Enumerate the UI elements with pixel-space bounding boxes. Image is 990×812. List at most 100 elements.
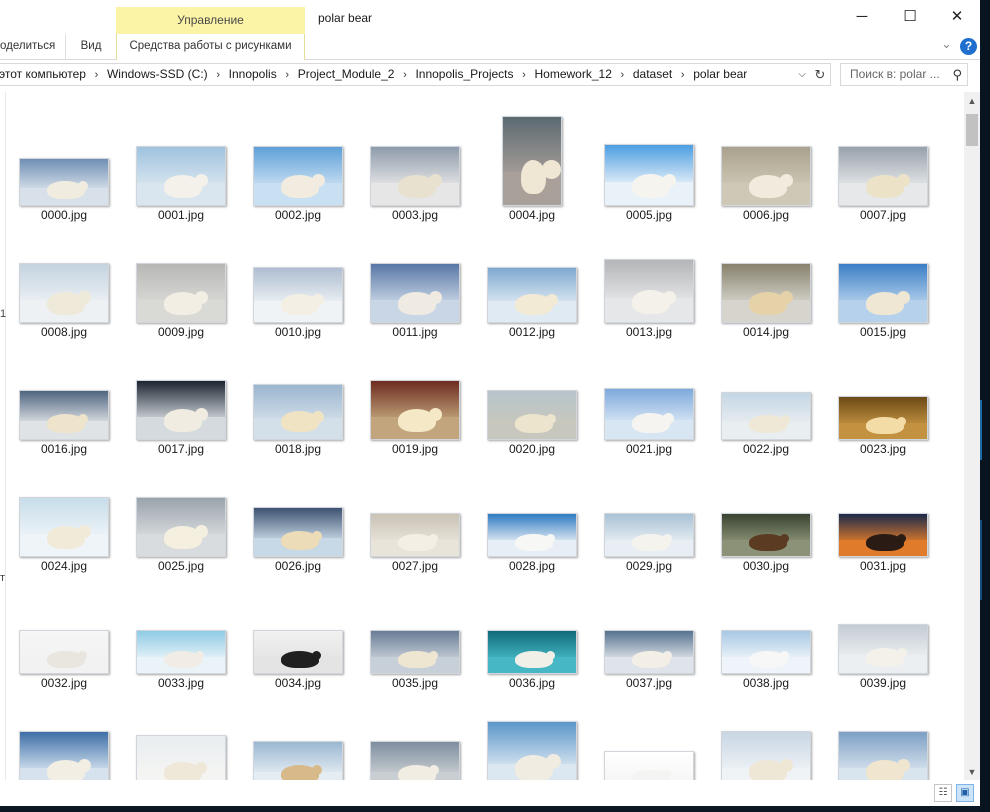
tab-view[interactable]: Вид bbox=[66, 34, 116, 60]
image-thumbnail[interactable] bbox=[370, 630, 460, 674]
image-thumbnail[interactable] bbox=[487, 267, 577, 323]
address-bar[interactable]: этот компьютер › Windows-SSD (C:) › Innopoli… bbox=[0, 63, 831, 86]
large-icons-view-icon[interactable]: ▣ bbox=[956, 784, 974, 802]
file-tile[interactable]: 0020.jpg bbox=[474, 336, 590, 456]
file-tile[interactable]: 0023.jpg bbox=[825, 336, 941, 456]
file-tile[interactable]: 0019.jpg bbox=[357, 336, 473, 456]
file-tile[interactable]: 0010.jpg bbox=[240, 219, 356, 339]
breadcrumb-separator-chevron-icon[interactable]: › bbox=[208, 65, 229, 85]
file-tile[interactable]: 0038.jpg bbox=[708, 570, 824, 690]
image-thumbnail[interactable] bbox=[19, 731, 109, 780]
file-tile[interactable]: 0024.jpg bbox=[6, 453, 122, 573]
file-tile[interactable]: 0025.jpg bbox=[123, 453, 239, 573]
image-thumbnail[interactable] bbox=[721, 263, 811, 323]
image-thumbnail[interactable] bbox=[370, 263, 460, 323]
image-thumbnail[interactable] bbox=[19, 497, 109, 557]
file-tile[interactable]: 0008.jpg bbox=[6, 219, 122, 339]
tab-share[interactable]: оделиться bbox=[0, 34, 66, 60]
file-tile[interactable]: 0009.jpg bbox=[123, 219, 239, 339]
image-thumbnail[interactable] bbox=[721, 392, 811, 440]
file-tile[interactable]: 0018.jpg bbox=[240, 336, 356, 456]
image-thumbnail[interactable] bbox=[136, 630, 226, 674]
file-tile[interactable] bbox=[474, 687, 590, 780]
file-tile[interactable] bbox=[123, 687, 239, 780]
breadcrumb-separator-chevron-icon[interactable]: › bbox=[394, 65, 415, 85]
image-thumbnail[interactable] bbox=[370, 380, 460, 440]
file-tile[interactable]: 0014.jpg bbox=[708, 219, 824, 339]
file-tile[interactable] bbox=[357, 687, 473, 780]
breadcrumb-item[interactable]: Homework_12 bbox=[535, 64, 612, 85]
file-tile[interactable] bbox=[240, 687, 356, 780]
details-view-icon[interactable]: ☷ bbox=[934, 784, 952, 802]
breadcrumb-item[interactable]: Innopolis_Projects bbox=[415, 64, 513, 85]
file-tile[interactable]: 0021.jpg bbox=[591, 336, 707, 456]
breadcrumb-item[interactable]: dataset bbox=[633, 64, 672, 85]
ribbon-collapse-chevron-icon[interactable]: ⌄ bbox=[941, 36, 952, 52]
file-tile[interactable]: 0039.jpg bbox=[825, 570, 941, 690]
file-tile[interactable]: 0012.jpg bbox=[474, 219, 590, 339]
image-thumbnail[interactable] bbox=[253, 384, 343, 440]
scroll-down-arrow-icon[interactable]: ▼ bbox=[964, 767, 980, 777]
image-thumbnail[interactable] bbox=[253, 146, 343, 206]
file-tile[interactable]: 0033.jpg bbox=[123, 570, 239, 690]
breadcrumb-item[interactable]: polar bear bbox=[693, 64, 747, 85]
file-tile[interactable] bbox=[6, 687, 122, 780]
file-tile[interactable]: 0034.jpg bbox=[240, 570, 356, 690]
image-thumbnail[interactable] bbox=[19, 263, 109, 323]
file-tile[interactable]: 0004.jpg bbox=[474, 102, 590, 222]
help-icon[interactable]: ? bbox=[960, 38, 977, 55]
file-tile[interactable] bbox=[825, 687, 941, 780]
image-thumbnail[interactable] bbox=[19, 630, 109, 674]
file-tile[interactable]: 0029.jpg bbox=[591, 453, 707, 573]
file-tile[interactable]: 0030.jpg bbox=[708, 453, 824, 573]
image-thumbnail[interactable] bbox=[604, 751, 694, 780]
file-tile[interactable]: 0005.jpg bbox=[591, 102, 707, 222]
scroll-thumb[interactable] bbox=[966, 114, 978, 146]
breadcrumb-item[interactable]: Project_Module_2 bbox=[298, 64, 395, 85]
file-tile[interactable]: 0027.jpg bbox=[357, 453, 473, 573]
search-icon[interactable]: ⚲ bbox=[952, 64, 962, 85]
image-thumbnail[interactable] bbox=[721, 513, 811, 557]
image-thumbnail[interactable] bbox=[838, 263, 928, 323]
file-tile[interactable]: 0000.jpg bbox=[6, 102, 122, 222]
image-thumbnail[interactable] bbox=[604, 513, 694, 557]
image-thumbnail[interactable] bbox=[838, 624, 928, 674]
image-thumbnail[interactable] bbox=[838, 146, 928, 206]
image-thumbnail[interactable] bbox=[136, 146, 226, 206]
image-thumbnail[interactable] bbox=[721, 146, 811, 206]
image-thumbnail[interactable] bbox=[487, 513, 577, 557]
image-thumbnail[interactable] bbox=[838, 731, 928, 780]
refresh-icon[interactable]: ↻ bbox=[812, 64, 828, 85]
image-thumbnail[interactable] bbox=[370, 741, 460, 780]
file-tile[interactable]: 0037.jpg bbox=[591, 570, 707, 690]
breadcrumb-separator-chevron-icon[interactable]: › bbox=[277, 65, 298, 85]
image-thumbnail[interactable] bbox=[136, 263, 226, 323]
image-thumbnail[interactable] bbox=[487, 390, 577, 440]
breadcrumb-separator-chevron-icon[interactable]: › bbox=[86, 65, 107, 85]
vertical-scrollbar[interactable]: ▲ ▼ bbox=[964, 92, 980, 780]
image-thumbnail[interactable] bbox=[19, 158, 109, 206]
image-thumbnail[interactable] bbox=[721, 731, 811, 780]
breadcrumb-item[interactable]: этот компьютер bbox=[0, 64, 86, 85]
image-thumbnail[interactable] bbox=[604, 144, 694, 206]
image-thumbnail[interactable] bbox=[721, 630, 811, 674]
image-thumbnail[interactable] bbox=[253, 267, 343, 323]
breadcrumb-separator-chevron-icon[interactable]: › bbox=[612, 65, 633, 85]
file-tile[interactable]: 0002.jpg bbox=[240, 102, 356, 222]
file-tile[interactable] bbox=[708, 687, 824, 780]
breadcrumb-item[interactable]: Innopolis bbox=[229, 64, 277, 85]
file-tile[interactable]: 0032.jpg bbox=[6, 570, 122, 690]
image-thumbnail[interactable] bbox=[487, 721, 577, 780]
file-tile[interactable]: 0015.jpg bbox=[825, 219, 941, 339]
close-button[interactable]: ✕ bbox=[934, 0, 980, 34]
file-tile[interactable] bbox=[591, 687, 707, 780]
image-thumbnail[interactable] bbox=[136, 735, 226, 780]
image-thumbnail[interactable] bbox=[838, 513, 928, 557]
image-thumbnail[interactable] bbox=[487, 630, 577, 674]
file-tile[interactable]: 0007.jpg bbox=[825, 102, 941, 222]
file-tile[interactable]: 0016.jpg bbox=[6, 336, 122, 456]
image-thumbnail[interactable] bbox=[136, 380, 226, 440]
image-thumbnail[interactable] bbox=[19, 390, 109, 440]
image-thumbnail[interactable] bbox=[604, 630, 694, 674]
file-tile[interactable]: 0011.jpg bbox=[357, 219, 473, 339]
